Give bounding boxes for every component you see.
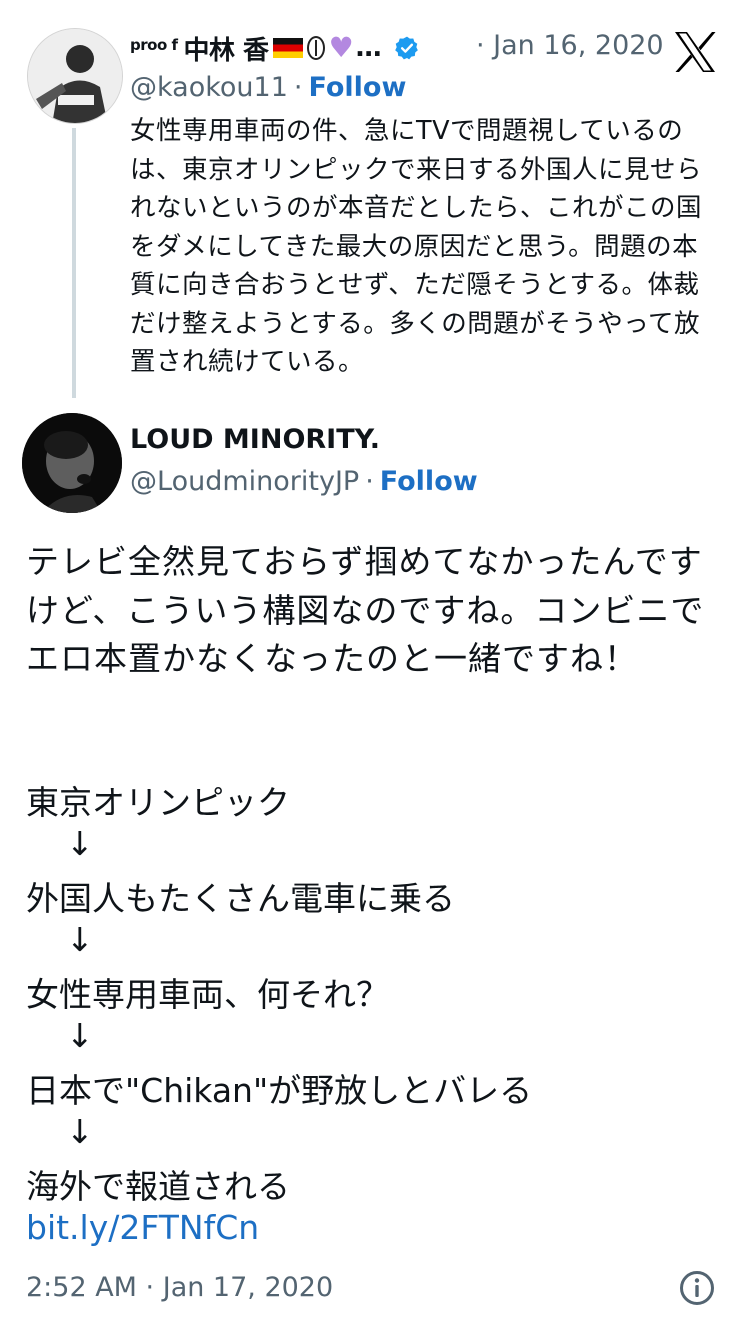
- x-logo-icon[interactable]: [671, 28, 719, 76]
- separator-dot: ·: [365, 466, 374, 497]
- info-icon[interactable]: [679, 1270, 715, 1306]
- tweet-timestamp[interactable]: 2:52 AM · Jan 17, 2020: [26, 1272, 333, 1303]
- chain-step: 外国人もたくさん電車に乗る: [26, 879, 455, 918]
- follow-button[interactable]: Follow: [308, 72, 406, 103]
- down-arrow-icon: ↓: [66, 920, 94, 959]
- author-handle[interactable]: @LoudminorityJP: [130, 466, 359, 497]
- chain-step: 女性専用車両、何それ？: [26, 975, 389, 1014]
- quoted-author-name-row[interactable]: proo f 中林 香 ♥ …: [130, 28, 420, 68]
- avatar-photo-placeholder: [22, 413, 122, 513]
- name-main: 中林 香: [183, 35, 270, 66]
- down-arrow-icon: ↓: [66, 1112, 94, 1151]
- quoted-handle-row: @kaokou11 · Follow: [130, 72, 406, 103]
- quoted-author-handle[interactable]: @kaokou11: [130, 72, 288, 103]
- quoted-tweet-date[interactable]: · Jan 16, 2020: [476, 30, 664, 61]
- down-arrow-icon: ↓: [66, 1016, 94, 1055]
- avatar-photo-placeholder: [28, 29, 122, 123]
- quoted-tweet-text: 女性専用車両の件、急にTVで問題視しているのは、東京オリンピックで来日する外国人…: [130, 116, 703, 377]
- chain-step: 日本で"Chikan"が野放しとバレる: [26, 1071, 533, 1110]
- german-flag-icon: [272, 38, 303, 58]
- author-name[interactable]: LOUD MINORITY.: [130, 424, 380, 455]
- chain-step: 海外で報道される: [26, 1167, 290, 1206]
- separator-dot: ·: [293, 72, 303, 103]
- quoted-author-name[interactable]: proo f 中林 香: [130, 30, 269, 67]
- verified-badge-icon[interactable]: [394, 35, 420, 61]
- tweet-text: テレビ全然見ておらず掴めてなかったんですけど、こういう構図なのですね。コンビニで…: [26, 542, 705, 678]
- follow-button[interactable]: Follow: [380, 466, 478, 497]
- author-handle-row: @LoudminorityJP · Follow: [130, 466, 478, 497]
- down-arrow-icon: ↓: [66, 824, 94, 863]
- purple-heart-icon: ♥: [328, 31, 354, 64]
- quoted-author-avatar[interactable]: [27, 28, 123, 124]
- emoji-icon: [306, 36, 325, 60]
- chain-step: 東京オリンピック: [26, 783, 290, 822]
- tweet-link[interactable]: bit.ly/2FTNfCn: [26, 1208, 259, 1247]
- name-ellipsis: …: [355, 33, 382, 63]
- thread-connector-line: [72, 128, 76, 398]
- author-avatar[interactable]: [22, 413, 122, 513]
- name-prefix: proo f: [130, 35, 178, 54]
